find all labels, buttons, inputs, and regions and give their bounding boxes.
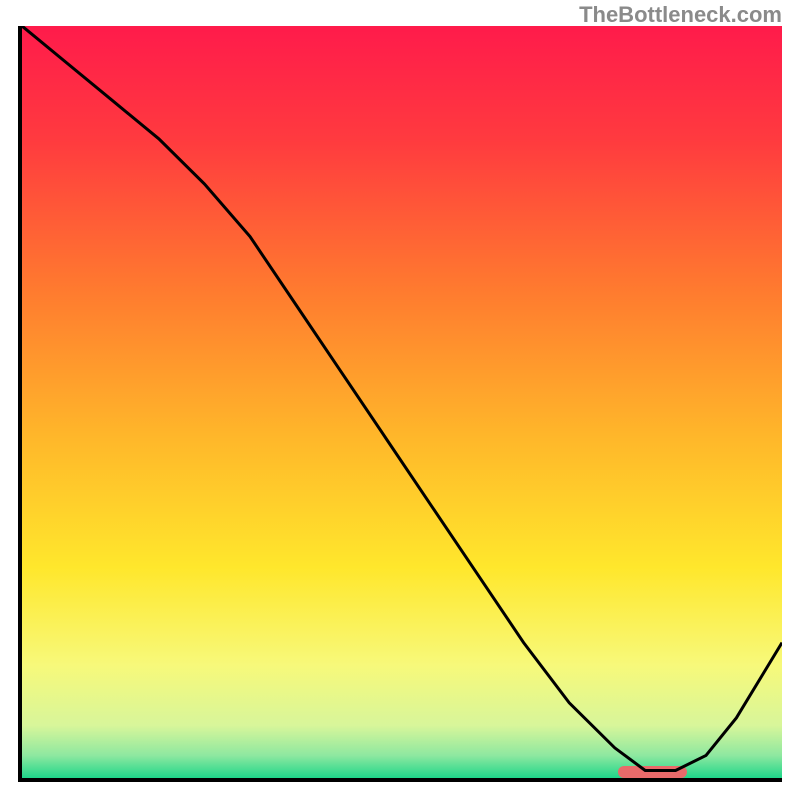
- chart-container: TheBottleneck.com: [0, 0, 800, 800]
- plot-area: [18, 26, 782, 782]
- curve-line: [22, 26, 782, 778]
- watermark-text: TheBottleneck.com: [579, 2, 782, 28]
